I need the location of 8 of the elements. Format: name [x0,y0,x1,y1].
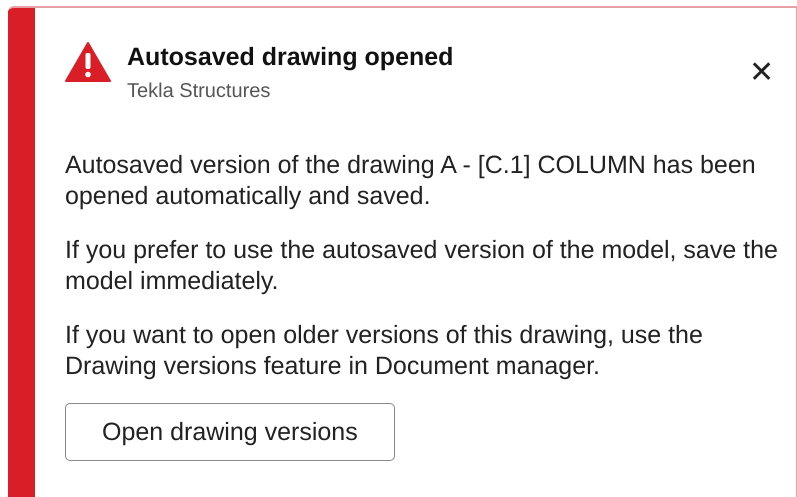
source-label: Tekla Structures [127,79,272,104]
open-drawing-versions-button[interactable]: Open drawing versions [65,403,395,461]
message-paragraph: Autosaved version of the drawing A - [C.1] COLUMN has been opened automatically and saved. [65,150,757,212]
close-button[interactable]: ✕ [745,58,778,88]
message-paragraph: If you prefer to use the autosaved version of the model, save the model immediately. [65,235,778,297]
message-paragraph: If you want to open older versions of this drawing, use the Drawing versions feature in Document manager. [65,320,704,382]
notification-title: Autosaved drawing opened [127,42,454,72]
warning-icon [65,42,111,82]
